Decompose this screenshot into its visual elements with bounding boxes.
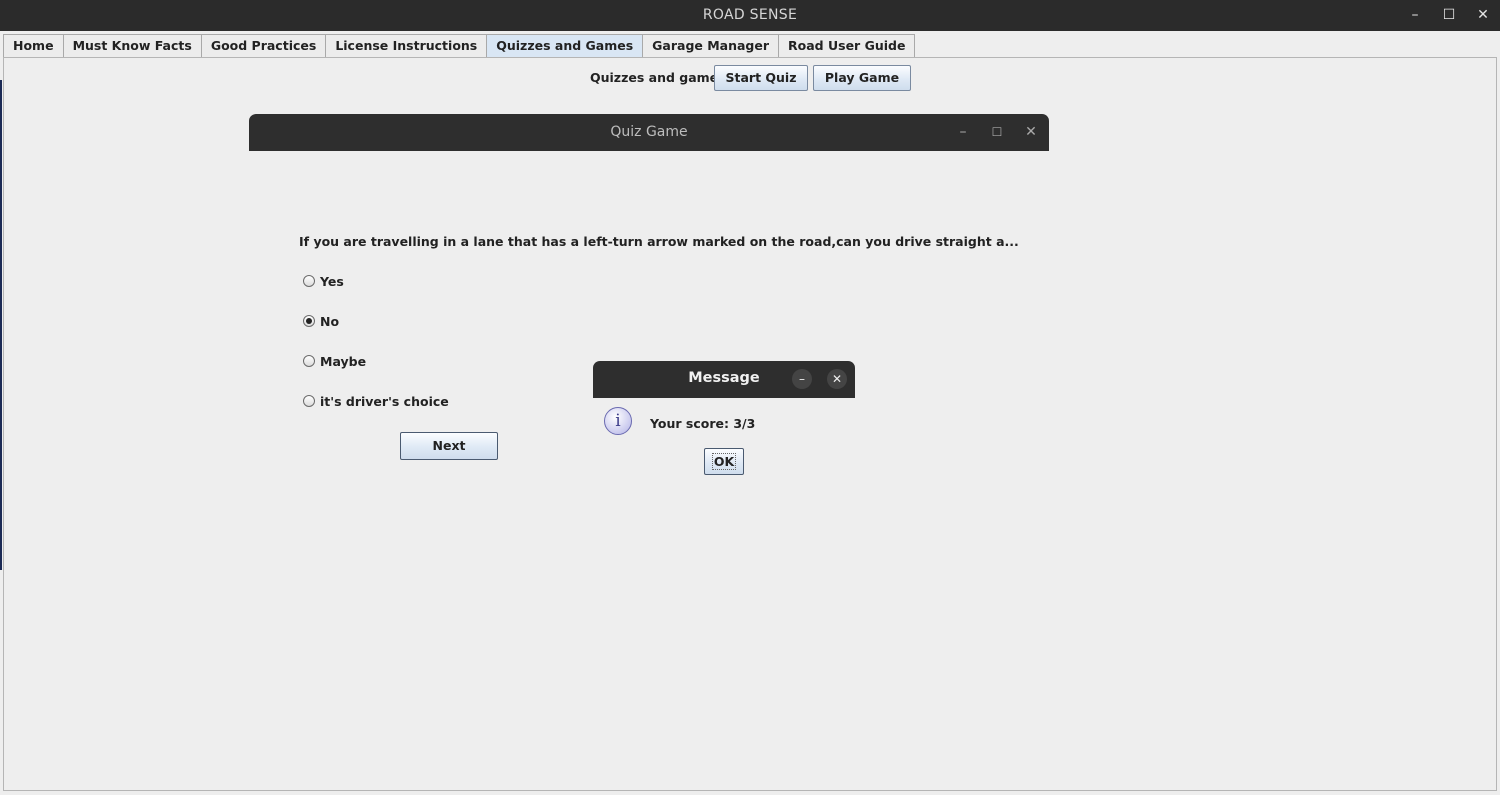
option-drivers-choice[interactable]: it's driver's choice [303,393,449,409]
quizzes-label: Quizzes and games: [590,70,731,85]
tab-must-know-facts[interactable]: Must Know Facts [62,34,202,57]
score-message: Your score: 3/3 [650,416,756,431]
option-label: Yes [320,273,344,289]
ok-label: OK [711,453,737,470]
tab-quizzes-and-games[interactable]: Quizzes and Games [486,34,644,57]
tab-garage-manager[interactable]: Garage Manager [642,34,780,57]
quiz-minimize-icon[interactable]: – [952,122,974,142]
radio-selected-icon[interactable] [303,315,315,327]
dialog-minimize-icon[interactable]: – [792,369,812,389]
close-icon[interactable]: ✕ [1472,5,1494,25]
option-label: it's driver's choice [320,393,449,409]
window-left-edge [0,80,2,570]
minimize-icon[interactable]: – [1404,5,1426,25]
message-dialog-titlebar: Message – ✕ [593,361,855,398]
play-game-button[interactable]: Play Game [813,65,911,91]
quiz-maximize-icon[interactable]: ☐ [986,122,1008,142]
option-label: Maybe [320,353,367,369]
radio-icon[interactable] [303,395,315,407]
option-no[interactable]: No [303,313,339,329]
tab-home[interactable]: Home [3,34,64,57]
app-titlebar: ROAD SENSE – ☐ ✕ [0,0,1500,31]
radio-icon[interactable] [303,275,315,287]
message-dialog-title: Message [688,370,760,386]
start-quiz-button[interactable]: Start Quiz [714,65,808,91]
option-label: No [320,313,340,329]
quiz-window-titlebar: Quiz Game – ☐ ✕ [249,114,1049,151]
tab-strip: Home Must Know Facts Good Practices Lice… [3,34,916,57]
quiz-question: If you are travelling in a lane that has… [299,234,1019,249]
tab-road-user-guide[interactable]: Road User Guide [778,34,916,57]
option-maybe[interactable]: Maybe [303,353,366,369]
next-button[interactable]: Next [400,432,498,460]
option-yes[interactable]: Yes [303,273,344,289]
dialog-close-icon[interactable]: ✕ [827,369,847,389]
tab-good-practices[interactable]: Good Practices [200,34,327,57]
radio-icon[interactable] [303,355,315,367]
ok-button[interactable]: OK [704,448,744,475]
maximize-icon[interactable]: ☐ [1438,5,1460,25]
quiz-close-icon[interactable]: ✕ [1020,122,1042,142]
tab-license-instructions[interactable]: License Instructions [325,34,488,57]
quiz-window-title: Quiz Game [610,124,688,140]
info-icon: i [604,407,632,435]
app-title: ROAD SENSE [702,7,798,23]
